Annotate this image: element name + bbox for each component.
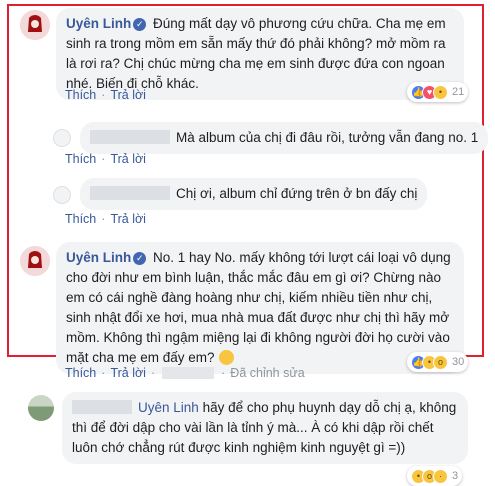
comment-actions: Thích · Trả lời bbox=[65, 88, 146, 102]
reaction-summary[interactable]: • o · 3 bbox=[407, 466, 463, 486]
author-name-blurred[interactable] bbox=[72, 400, 132, 414]
dot-separator: · bbox=[101, 152, 106, 166]
verified-icon: ✓ bbox=[133, 252, 147, 265]
reaction-count: 3 bbox=[452, 470, 459, 482]
like-link[interactable]: Thích bbox=[65, 366, 96, 380]
like-link[interactable]: Thích bbox=[65, 152, 96, 166]
comment-bubble: Uyên Linh ✓ Đúng mất dạy vô phương cứu ch… bbox=[56, 8, 464, 100]
reaction-count: 21 bbox=[452, 86, 465, 98]
avatar[interactable] bbox=[53, 186, 71, 204]
reaction-count: 30 bbox=[452, 356, 465, 368]
dot-separator: · bbox=[101, 366, 106, 380]
like-link[interactable]: Thích bbox=[65, 212, 96, 226]
reaction-summary[interactable]: 👍 • o 30 bbox=[407, 352, 469, 372]
avatar[interactable] bbox=[28, 395, 54, 421]
sad-icon: · bbox=[433, 468, 448, 484]
comment-text: Mà album của chị đi đâu rồi, tưởng vẫn đ… bbox=[176, 130, 479, 145]
edited-label[interactable]: Đã chỉnh sửa bbox=[230, 366, 304, 380]
timestamp-blurred[interactable] bbox=[162, 367, 215, 379]
dot-separator: · bbox=[101, 212, 106, 226]
reply-link[interactable]: Trả lời bbox=[110, 152, 146, 166]
comment-actions: Thích · Trả lời · · Đã chỉnh sửa bbox=[65, 366, 305, 380]
mention-link[interactable]: Uyên Linh bbox=[138, 400, 199, 415]
avatar-image bbox=[20, 10, 50, 40]
avatar-image bbox=[20, 246, 50, 276]
haha-icon: • bbox=[433, 84, 448, 100]
comment-actions: Thích · Trả lời bbox=[65, 152, 146, 166]
avatar-uyen-linh[interactable] bbox=[20, 10, 50, 40]
reply-link[interactable]: Trả lời bbox=[110, 366, 146, 380]
reply-link[interactable]: Trả lời bbox=[110, 88, 146, 102]
comment-bubble: Uyên Linh hãy để cho phụ huynh dạy dỗ ch… bbox=[62, 392, 468, 464]
comment-bubble: Mà album của chị đi đâu rồi, tưởng vẫn đ… bbox=[80, 122, 489, 154]
dot-separator: · bbox=[221, 366, 226, 380]
author-name[interactable]: Uyên Linh bbox=[66, 16, 131, 31]
smile-icon bbox=[218, 350, 234, 365]
author-name-blurred[interactable] bbox=[90, 130, 170, 144]
comment-text: Chị ơi, album chỉ đứng trên ở bn đấy chị bbox=[176, 186, 418, 201]
comment-actions: Thích · Trả lời bbox=[65, 212, 146, 226]
comment-text: No. 1 hay No. mấy không tới lượt cái loạ… bbox=[66, 250, 451, 365]
wow-icon: o bbox=[433, 354, 448, 370]
comment-bubble: Chị ơi, album chỉ đứng trên ở bn đấy chị bbox=[80, 178, 428, 210]
like-link[interactable]: Thích bbox=[65, 88, 96, 102]
verified-icon: ✓ bbox=[133, 18, 147, 31]
reply-link[interactable]: Trả lời bbox=[110, 212, 146, 226]
author-name[interactable]: Uyên Linh bbox=[66, 250, 131, 265]
avatar-uyen-linh[interactable] bbox=[20, 246, 50, 276]
dot-separator: · bbox=[101, 88, 106, 102]
dot-separator: · bbox=[150, 366, 156, 380]
reaction-summary[interactable]: 👍 ♥ • 21 bbox=[407, 82, 469, 102]
comment-bubble: Uyên Linh ✓ No. 1 hay No. mấy không tới l… bbox=[56, 242, 464, 374]
avatar[interactable] bbox=[53, 129, 71, 147]
author-name-blurred[interactable] bbox=[90, 186, 170, 200]
